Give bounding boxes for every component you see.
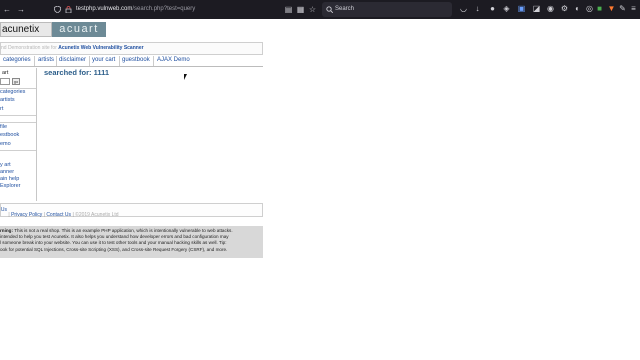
- shield-icon: [54, 6, 61, 13]
- search-icon: [326, 6, 333, 13]
- footer-link-privacy[interactable]: Privacy Policy: [11, 212, 42, 218]
- extension-icon[interactable]: ◪: [532, 4, 541, 13]
- go-button[interactable]: go: [12, 78, 20, 85]
- tagline: nd Demonstration site for Acunetix Web V…: [0, 42, 263, 55]
- extension-icon[interactable]: ⚙: [560, 4, 569, 13]
- sidebar-link-profile[interactable]: file: [0, 124, 7, 131]
- search-result-heading: searched for: 1111: [44, 68, 110, 77]
- extension-icon[interactable]: ✎: [618, 4, 627, 13]
- nav-disclaimer[interactable]: disclaimer: [59, 56, 86, 65]
- sidebar-link-cart[interactable]: rt: [0, 106, 3, 113]
- nav-divider: [153, 56, 154, 66]
- tagline-link[interactable]: Acunetix Web Vulnerability Scanner: [58, 45, 143, 51]
- sidebar: art go categories artists rt file estboo…: [0, 68, 37, 201]
- footer-link-contact[interactable]: Contact Us: [46, 212, 71, 218]
- logo-acunetix: acunetix: [0, 22, 52, 37]
- pocket-icon[interactable]: ◡: [459, 4, 468, 13]
- footer-copyright: ©2019 Acunetix Ltd: [75, 212, 119, 218]
- nav-divider: [56, 56, 57, 66]
- extension-icon[interactable]: ●: [488, 4, 497, 13]
- warning-line: ook for potential SQL Injections, Cross-…: [0, 246, 228, 252]
- footer-link-about[interactable]: About Us: [1, 204, 7, 216]
- sidebar-link-guestbook[interactable]: estbook: [0, 132, 19, 139]
- nav-divider: [119, 56, 120, 66]
- extension-icon[interactable]: ◉: [546, 4, 555, 13]
- forward-button[interactable]: →: [16, 3, 26, 16]
- top-navigation: categories artists disclaimer your cart …: [0, 56, 263, 67]
- extension-icon[interactable]: ■: [595, 4, 604, 13]
- warning-lead: rning:: [0, 228, 14, 233]
- site-logo[interactable]: acunetix acuart: [0, 22, 106, 37]
- divider: [0, 122, 36, 123]
- download-icon[interactable]: ↓: [473, 4, 482, 13]
- menu-icon[interactable]: ≡: [629, 4, 638, 13]
- warning-box: rning: This is not a real shop. This is …: [0, 226, 263, 258]
- nav-artists[interactable]: artists: [38, 56, 54, 65]
- divider: [0, 150, 36, 151]
- back-button[interactable]: ←: [2, 3, 12, 16]
- nav-ajax-demo[interactable]: AJAX Demo: [157, 56, 190, 65]
- tagline-text: nd Demonstration site for: [1, 45, 57, 51]
- warning-line: l someone break into your website. You c…: [0, 240, 227, 246]
- divider: [0, 115, 36, 116]
- extension-icon[interactable]: ▣: [517, 4, 526, 13]
- sidebar-link-explorer[interactable]: Explorer: [0, 183, 20, 190]
- reader-view-icon[interactable]: ▤: [284, 5, 293, 14]
- search-placeholder: Search: [335, 6, 355, 12]
- browser-toolbar: ← → testphp.vulnweb.com/search.php?test=…: [0, 0, 640, 19]
- sidebar-link-ajax-demo[interactable]: emo: [0, 141, 11, 148]
- sidebar-link-categories[interactable]: categories: [0, 89, 25, 96]
- url-text: testphp.vulnweb.com/search.php?test=quer…: [76, 6, 196, 12]
- mouse-cursor: [184, 74, 190, 80]
- sidebar-link-scanner[interactable]: anner: [0, 169, 14, 176]
- lock-icon: [65, 6, 72, 13]
- bookmark-star-icon[interactable]: ☆: [308, 5, 317, 14]
- sidebar-link-my-art[interactable]: y art: [0, 162, 11, 169]
- grid-icon[interactable]: ▦: [296, 5, 305, 14]
- search-art-label: art: [2, 70, 9, 76]
- logo-acuart: acuart: [52, 22, 106, 37]
- nav-divider: [34, 56, 35, 66]
- extension-icon[interactable]: ◎: [585, 4, 594, 13]
- nav-categories[interactable]: categories: [3, 56, 31, 65]
- extension-icon[interactable]: ◈: [502, 4, 511, 13]
- search-art-input[interactable]: [0, 78, 10, 85]
- nav-divider: [89, 56, 90, 66]
- extension-icon[interactable]: ▼: [607, 4, 616, 13]
- sidebar-link-artists[interactable]: artists: [0, 97, 15, 104]
- nav-guestbook[interactable]: guestbook: [122, 56, 150, 65]
- address-bar[interactable]: testphp.vulnweb.com/search.php?test=quer…: [50, 2, 320, 17]
- nav-your-cart[interactable]: your cart: [92, 56, 115, 65]
- footer: About Us | Privacy Policy | Contact Us |…: [0, 203, 263, 218]
- search-field[interactable]: Search: [322, 2, 452, 17]
- sidebar-link-main-help[interactable]: ain help: [0, 176, 19, 183]
- extension-icon[interactable]: ◐: [573, 4, 582, 13]
